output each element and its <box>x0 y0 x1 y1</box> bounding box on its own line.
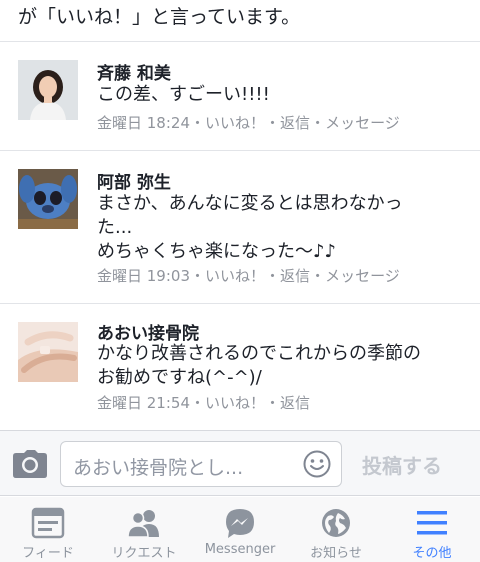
avatar[interactable] <box>18 169 78 229</box>
reply-link[interactable]: 返信 <box>280 114 310 132</box>
tab-feed[interactable]: フィード <box>0 497 96 562</box>
meta-separator: ・ <box>310 267 326 285</box>
meta-separator: ・ <box>310 114 326 132</box>
avatar[interactable] <box>18 322 78 382</box>
comment-item: 阿部 弥生 まさか、あんなに変るとは思わなかっ た... めちゃくちゃ楽になった… <box>0 152 480 304</box>
comment-text: この差、すごーい!!!! <box>97 83 467 107</box>
comment-input[interactable]: あおい接骨院とし... <box>60 441 342 487</box>
comment-item: あおい接骨院 かなり改善されるのでこれからの季節の お勧めですね(^-^)/ 金… <box>0 305 480 429</box>
tab-more[interactable]: その他 <box>384 497 480 562</box>
comment-author[interactable]: 斉藤 和美 <box>97 59 171 84</box>
comment-text-line: お勧めですね(^-^)/ <box>97 367 262 388</box>
comment-composer: あおい接骨院とし... 投稿する <box>0 430 480 496</box>
bottom-tab-bar: フィード リクエスト Messenger お知らせ その他 <box>0 497 480 562</box>
meta-separator: ・ <box>265 267 281 285</box>
camera-icon[interactable] <box>13 450 47 478</box>
like-link[interactable]: いいね！ <box>205 267 265 285</box>
comment-author[interactable]: 阿部 弥生 <box>97 168 171 193</box>
comment-input-placeholder: あおい接骨院とし... <box>73 457 244 479</box>
tab-label: お知らせ <box>310 546 362 561</box>
globe-icon <box>318 507 354 539</box>
menu-icon <box>414 507 450 539</box>
comment-item: 斉藤 和美 この差、すごーい!!!! 金曜日 18:24・いいね！・返信・メッセ… <box>0 43 480 151</box>
tab-label: フィード <box>22 546 74 561</box>
reply-link[interactable]: 返信 <box>280 394 310 412</box>
comment-meta: 金曜日 19:03・いいね！・返信・メッセージ <box>97 265 400 286</box>
comment-text: まさか、あんなに変るとは思わなかっ た... めちゃくちゃ楽になった〜♪♪ <box>97 192 467 264</box>
comment-timestamp: 金曜日 19:03 <box>97 267 190 285</box>
tab-messenger[interactable]: Messenger <box>192 497 288 562</box>
like-link[interactable]: いいね！ <box>205 114 265 132</box>
meta-separator: ・ <box>265 394 281 412</box>
reply-link[interactable]: 返信 <box>280 267 310 285</box>
comment-meta: 金曜日 18:24・いいね！・返信・メッセージ <box>97 112 400 133</box>
comment-text: かなり改善されるのでこれからの季節の お勧めですね(^-^)/ <box>97 342 467 390</box>
feed-icon <box>30 507 66 539</box>
comment-meta: 金曜日 21:54・いいね！・返信 <box>97 392 310 413</box>
meta-separator: ・ <box>190 394 206 412</box>
comment-text-line: めちゃくちゃ楽になった〜♪♪ <box>97 241 336 262</box>
meta-separator: ・ <box>190 267 206 285</box>
likes-summary[interactable]: が「いいね！」と言っています。 <box>0 0 480 42</box>
meta-separator: ・ <box>265 114 281 132</box>
comment-author[interactable]: あおい接骨院 <box>97 319 199 344</box>
tab-label: リクエスト <box>111 546 177 561</box>
like-link[interactable]: いいね！ <box>205 394 265 412</box>
comment-timestamp: 金曜日 18:24 <box>97 114 190 132</box>
comment-text-line: た... <box>97 217 133 238</box>
comment-text-line: まさか、あんなに変るとは思わなかっ <box>97 193 403 214</box>
friend-requests-icon <box>126 507 162 539</box>
comment-text-line: この差、すごーい!!!! <box>97 84 270 105</box>
tab-label: その他 <box>412 546 452 561</box>
tab-label: Messenger <box>204 542 276 557</box>
avatar[interactable] <box>18 60 78 120</box>
tab-requests[interactable]: リクエスト <box>96 497 192 562</box>
smiley-icon[interactable] <box>303 450 331 478</box>
message-link[interactable]: メッセージ <box>325 267 400 285</box>
post-button[interactable]: 投稿する <box>362 450 442 479</box>
message-link[interactable]: メッセージ <box>325 114 400 132</box>
comment-timestamp: 金曜日 21:54 <box>97 394 190 412</box>
comment-text-line: かなり改善されるのでこれからの季節の <box>97 343 421 364</box>
likes-summary-text: が「いいね！」と言っています。 <box>18 6 301 28</box>
tab-notifications[interactable]: お知らせ <box>288 497 384 562</box>
meta-separator: ・ <box>190 114 206 132</box>
messenger-icon <box>222 507 258 539</box>
